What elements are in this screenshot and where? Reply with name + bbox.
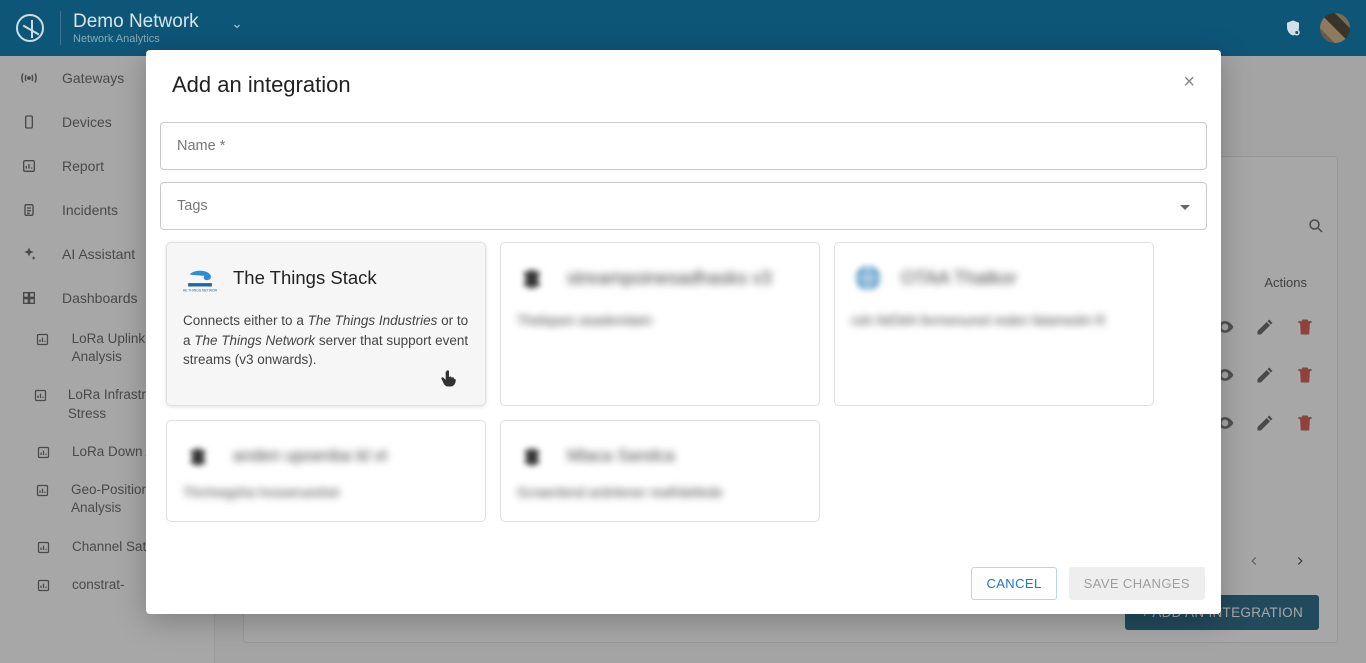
brand-block[interactable]: Demo Network Network Analytics [73,11,199,45]
svg-text:THE THINGS NETWORK: THE THINGS NETWORK [183,289,217,293]
app-header: Demo Network Network Analytics [0,0,1366,56]
integration-card-blurred[interactable]: OTAA Thatkor roln feEMA fermenured reden… [834,242,1154,406]
integration-card-title: Mlaca Sandca [567,446,675,466]
globe-icon [851,261,885,295]
integration-card-desc: Scraenlend ardnlener reaRdellede [517,483,803,503]
puzzle-icon [183,439,217,473]
integration-card-blurred[interactable]: anden upoenba ld vt Thrrinegsha hvsoerue… [166,420,486,522]
brand-title: Demo Network [73,11,199,33]
integration-card-title: The Things Stack [233,267,377,289]
network-switcher-chevron[interactable] [231,19,243,37]
add-integration-modal: Add an integration × Name * Tags THE THI… [146,50,1221,614]
integration-card-title: streampoinesadhasks v3 [567,267,772,289]
modal-title: Add an integration [172,72,351,98]
puzzle-icon [517,439,551,473]
close-icon[interactable]: × [1183,72,1195,92]
integration-card-title: OTAA Thatkor [901,267,1017,289]
name-field[interactable]: Name * [160,122,1207,170]
puzzle-icon [517,261,551,295]
tags-field-label: Tags [177,198,208,214]
header-divider [60,11,61,45]
tags-field[interactable]: Tags [160,182,1207,230]
app-logo [16,14,44,42]
cursor-hand-icon [439,369,459,391]
integration-card-title: anden upoenba ld vt [233,446,387,466]
integration-card-desc: Connects either to a The Things Industri… [183,311,469,370]
integration-card-things-stack[interactable]: THE THINGS NETWORK The Things Stack Conn… [166,242,486,406]
cancel-button[interactable]: CANCEL [971,567,1056,600]
integration-card-desc: roln feEMA fermenured reden fatamedm R [851,311,1137,331]
integration-card-blurred[interactable]: Mlaca Sandca Scraenlend ardnlener reaRde… [500,420,820,522]
integration-card-blurred[interactable]: streampoinesadhasks v3 Theliqsen asademl… [500,242,820,406]
security-shield-icon[interactable] [1284,18,1302,38]
things-network-logo-icon: THE THINGS NETWORK [183,261,217,295]
save-changes-button[interactable]: SAVE CHANGES [1069,567,1205,600]
name-field-label: Name * [177,138,225,154]
user-avatar[interactable] [1320,13,1350,43]
brand-subtitle: Network Analytics [73,33,199,45]
integration-card-desc: Thrrinegsha hvsoerueshel [183,483,469,503]
integration-card-desc: Theliqsen asademlaim [517,311,803,331]
